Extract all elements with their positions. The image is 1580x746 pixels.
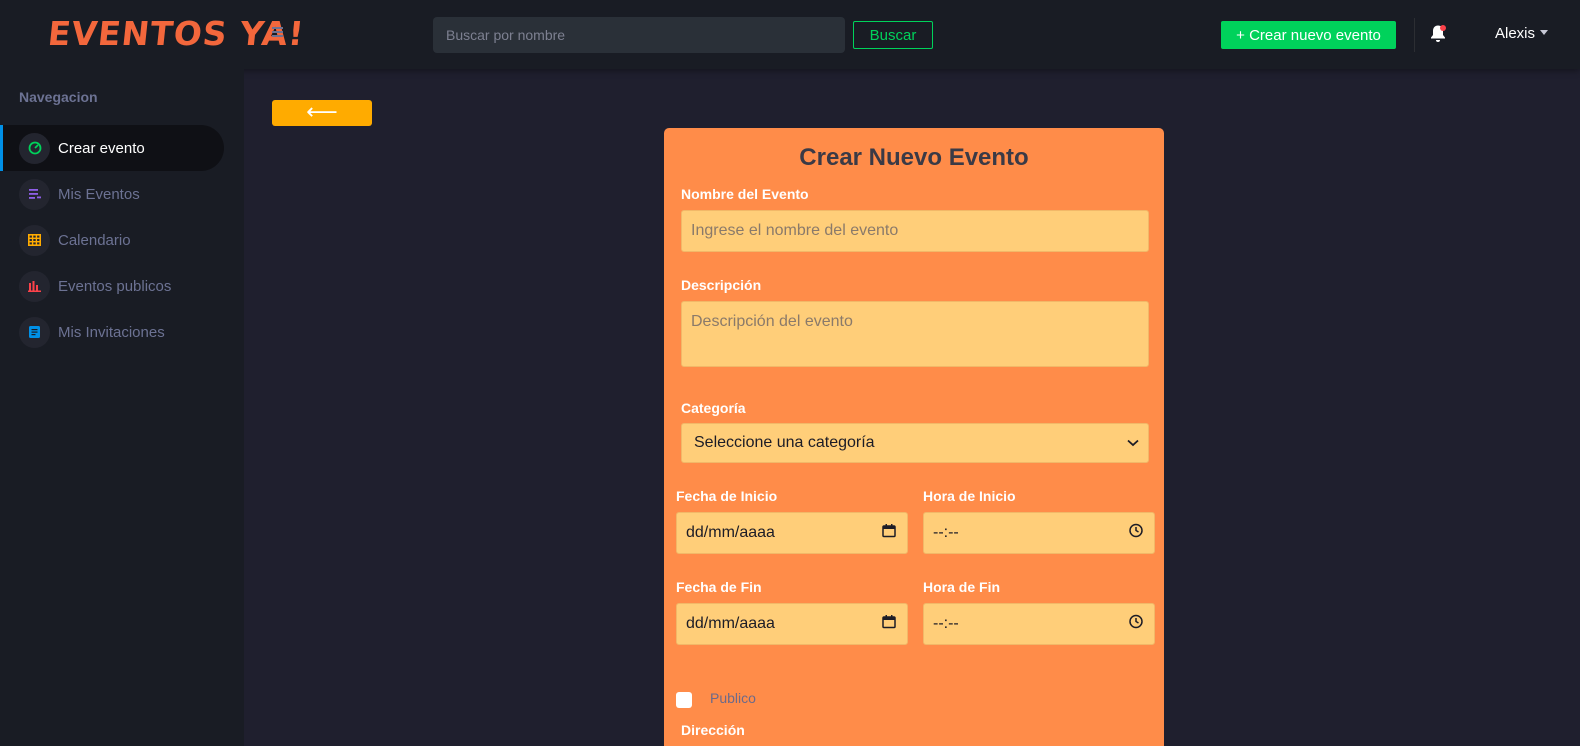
search-input[interactable] [433, 17, 845, 53]
description-label: Descripción [681, 277, 762, 293]
navbar-divider [1414, 18, 1415, 52]
description-placeholder: Descripción del evento [691, 313, 853, 330]
user-menu[interactable]: Alexis [1495, 25, 1549, 42]
sidebar-item-calendario[interactable]: Calendario [0, 217, 224, 263]
create-event-form: Crear Nuevo Evento Nombre del Evento Ing… [664, 128, 1164, 746]
start-time-label: Hora de Inicio [923, 488, 1016, 504]
end-date-input[interactable]: dd/mm/aaaa [676, 603, 908, 645]
end-time-input[interactable]: --:-- [923, 603, 1155, 645]
playlist-icon [19, 178, 50, 210]
sidebar-heading: Navegacion [19, 89, 98, 105]
sidebar: Navegacion Crear evento Mis Eventos Cale… [0, 69, 244, 746]
document-icon [19, 316, 50, 348]
caret-down-icon [1540, 30, 1549, 35]
description-textarea[interactable]: Descripción del evento [681, 301, 1149, 367]
end-time-value: --:-- [933, 615, 959, 632]
event-name-input[interactable]: Ingrese el nombre del evento [681, 210, 1149, 252]
calendar-icon[interactable] [882, 615, 896, 634]
search-button[interactable]: Buscar [853, 21, 933, 49]
public-checkbox[interactable] [676, 692, 692, 708]
sidebar-item-label: Calendario [58, 231, 131, 249]
user-name: Alexis [1495, 25, 1536, 42]
sidebar-item-label: Mis Invitaciones [58, 323, 165, 341]
clock-icon[interactable] [1129, 614, 1143, 634]
category-select[interactable]: Seleccione una categoría [681, 423, 1149, 463]
start-time-value: --:-- [933, 524, 959, 541]
category-label: Categoría [681, 400, 746, 416]
calendar-icon[interactable] [882, 524, 896, 543]
bar-chart-icon [19, 270, 50, 302]
chevron-down-icon [1127, 434, 1139, 452]
sidebar-item-mis-eventos[interactable]: Mis Eventos [0, 171, 224, 217]
address-label: Dirección [681, 722, 745, 738]
clock-icon[interactable] [1129, 523, 1143, 543]
event-name-label: Nombre del Evento [681, 186, 809, 202]
event-name-placeholder: Ingrese el nombre del evento [691, 222, 899, 239]
bell-icon[interactable] [1429, 24, 1447, 44]
speedometer-icon [19, 132, 50, 164]
sidebar-item-label: Mis Eventos [58, 185, 140, 203]
start-date-input[interactable]: dd/mm/aaaa [676, 512, 908, 554]
start-time-input[interactable]: --:-- [923, 512, 1155, 554]
public-checkbox-label[interactable]: Publico [710, 690, 756, 706]
category-selected-value: Seleccione una categoría [694, 434, 875, 451]
sidebar-item-mis-invitaciones[interactable]: Mis Invitaciones [0, 309, 224, 355]
start-date-label: Fecha de Inicio [676, 488, 778, 504]
end-date-label: Fecha de Fin [676, 579, 762, 595]
create-event-button[interactable]: + Crear nuevo evento [1221, 21, 1396, 49]
back-button[interactable]: ⟵ [272, 100, 372, 126]
sidebar-item-eventos-publicos[interactable]: Eventos publicos [0, 263, 224, 309]
sidebar-item-label: Crear evento [58, 139, 145, 157]
end-time-label: Hora de Fin [923, 579, 1001, 595]
form-title: Crear Nuevo Evento [799, 144, 1029, 171]
app-logo[interactable]: EVENTOS YA! [46, 14, 306, 54]
start-date-value: dd/mm/aaaa [686, 524, 775, 541]
sidebar-item-crear-evento[interactable]: Crear evento [0, 125, 224, 171]
menu-icon[interactable] [272, 27, 284, 41]
end-date-value: dd/mm/aaaa [686, 615, 775, 632]
table-grid-icon [19, 224, 50, 256]
top-navbar: EVENTOS YA! Buscar + Crear nuevo evento … [0, 0, 1580, 69]
sidebar-item-label: Eventos publicos [58, 277, 172, 295]
